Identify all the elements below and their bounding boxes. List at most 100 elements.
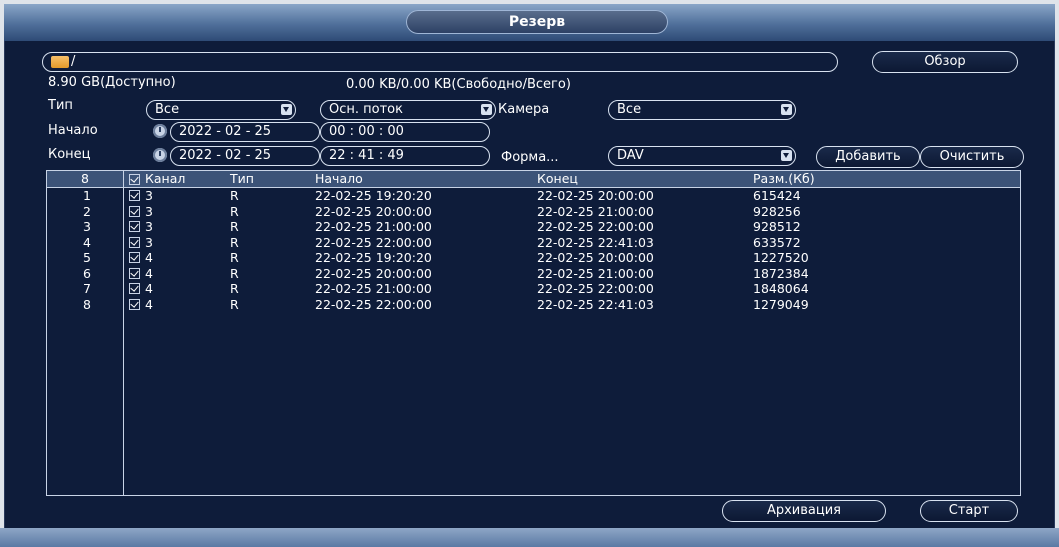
start-button[interactable]: Старт <box>920 500 1018 522</box>
row-size: 928256 <box>753 203 801 219</box>
row-type: R <box>230 281 239 296</box>
window-title: Резерв <box>406 10 668 34</box>
row-channel: 3 <box>145 234 153 250</box>
stream-value: Осн. поток <box>329 102 403 117</box>
row-end: 22-02-25 21:00:00 <box>537 265 654 281</box>
row-channel: 4 <box>145 265 153 281</box>
table-row[interactable]: 3 3 R 22-02-25 21:00:00 22-02-25 22:00:00 928… <box>47 219 1020 235</box>
row-number: 8 <box>83 296 91 312</box>
clock-icon <box>153 124 167 138</box>
row-end: 22-02-25 21:00:00 <box>537 203 654 219</box>
row-channel: 3 <box>145 188 153 203</box>
row-checkbox[interactable] <box>129 236 140 248</box>
path-field[interactable]: / <box>42 52 838 72</box>
row-number: 7 <box>83 281 91 296</box>
row-size: 1227520 <box>753 250 809 265</box>
header-start: Начало <box>315 171 363 186</box>
row-checkbox[interactable] <box>129 283 140 294</box>
row-checkbox[interactable] <box>129 205 140 217</box>
start-date-field[interactable]: 2022 - 02 - 25 <box>170 122 320 142</box>
row-number: 2 <box>83 203 91 219</box>
table-row[interactable]: 7 4 R 22-02-25 21:00:00 22-02-25 22:00:00 184… <box>47 281 1020 297</box>
end-date-value: 2022 - 02 - 25 <box>179 148 272 163</box>
file-table: 8 Канал Тип Начало Конец Разм.(Кб) 1 3 R 22… <box>46 170 1021 496</box>
path-value: / <box>71 54 76 69</box>
row-channel: 4 <box>145 281 153 296</box>
row-number: 3 <box>83 219 91 234</box>
end-time-value: 22 : 41 : 49 <box>329 148 404 163</box>
type-select[interactable]: Все <box>146 100 296 120</box>
format-select[interactable]: DAV <box>608 146 796 166</box>
table-row[interactable]: 5 4 R 22-02-25 19:20:20 22-02-25 20:00:00 122… <box>47 250 1020 266</box>
clear-button[interactable]: Очистить <box>920 146 1024 168</box>
browse-button[interactable]: Обзор <box>872 51 1018 73</box>
row-size: 615424 <box>753 188 801 203</box>
row-number: 5 <box>83 250 91 265</box>
row-start: 22-02-25 20:00:00 <box>315 265 432 281</box>
row-channel: 3 <box>145 203 153 219</box>
row-number: 4 <box>83 234 91 250</box>
select-all-checkbox[interactable] <box>129 174 140 185</box>
row-start: 22-02-25 20:00:00 <box>315 203 432 219</box>
row-checkbox[interactable] <box>129 252 140 263</box>
chevron-down-icon <box>481 104 492 115</box>
row-channel: 4 <box>145 296 153 312</box>
end-date-field[interactable]: 2022 - 02 - 25 <box>170 146 320 166</box>
row-type: R <box>230 250 239 265</box>
row-number: 1 <box>83 188 91 203</box>
row-size: 1848064 <box>753 281 809 296</box>
type-value: Все <box>155 102 180 117</box>
table-row[interactable]: 6 4 R 22-02-25 20:00:00 22-02-25 21:00:00 187… <box>47 266 1020 282</box>
row-size: 1279049 <box>753 296 809 312</box>
storage-free-total: 0.00 KB/0.00 KB(Свободно/Всего) <box>346 77 571 92</box>
row-size: 1872384 <box>753 265 809 281</box>
header-type: Тип <box>230 171 254 186</box>
row-checkbox[interactable] <box>129 221 140 232</box>
add-button[interactable]: Добавить <box>816 146 920 168</box>
table-row[interactable]: 4 3 R 22-02-25 22:00:00 22-02-25 22:41:03 633… <box>47 235 1020 251</box>
camera-label: Камера <box>498 102 550 117</box>
row-start: 22-02-25 19:20:20 <box>315 188 432 203</box>
header-size: Разм.(Кб) <box>753 171 815 186</box>
bottom-bar <box>0 528 1059 547</box>
start-label: Начало <box>48 123 98 138</box>
folder-icon <box>51 56 69 68</box>
row-channel: 3 <box>145 219 153 234</box>
stream-select[interactable]: Осн. поток <box>320 100 496 120</box>
row-size: 928512 <box>753 219 801 234</box>
row-checkbox[interactable] <box>129 190 140 201</box>
row-start: 22-02-25 21:00:00 <box>315 219 432 234</box>
table-header: 8 Канал Тип Начало Конец Разм.(Кб) <box>47 171 1020 188</box>
row-type: R <box>230 265 239 281</box>
start-time-value: 00 : 00 : 00 <box>329 124 404 139</box>
row-type: R <box>230 203 239 219</box>
table-row[interactable]: 8 4 R 22-02-25 22:00:00 22-02-25 22:41:03 127… <box>47 297 1020 313</box>
start-time-field[interactable]: 00 : 00 : 00 <box>320 122 490 142</box>
row-end: 22-02-25 22:41:03 <box>537 234 654 250</box>
camera-select[interactable]: Все <box>608 100 796 120</box>
row-checkbox[interactable] <box>129 298 140 310</box>
title-bar: Резерв <box>4 4 1055 41</box>
row-start: 22-02-25 21:00:00 <box>315 281 432 296</box>
table-row[interactable]: 1 3 R 22-02-25 19:20:20 22-02-25 20:00:00 615… <box>47 188 1020 204</box>
row-end: 22-02-25 20:00:00 <box>537 250 654 265</box>
type-label: Тип <box>48 98 73 113</box>
row-type: R <box>230 296 239 312</box>
archive-button[interactable]: Архивация <box>722 500 886 522</box>
row-type: R <box>230 219 239 234</box>
clock-icon <box>153 148 167 162</box>
chevron-down-icon <box>781 150 792 161</box>
row-start: 22-02-25 22:00:00 <box>315 296 432 312</box>
row-type: R <box>230 188 239 203</box>
chevron-down-icon <box>781 104 792 115</box>
row-start: 22-02-25 22:00:00 <box>315 234 432 250</box>
start-date-value: 2022 - 02 - 25 <box>179 124 272 139</box>
row-type: R <box>230 234 239 250</box>
table-row[interactable]: 2 3 R 22-02-25 20:00:00 22-02-25 21:00:00 928… <box>47 204 1020 220</box>
row-size: 633572 <box>753 234 801 250</box>
row-checkbox[interactable] <box>129 267 140 279</box>
format-label: Форма... <box>501 150 559 165</box>
end-time-field[interactable]: 22 : 41 : 49 <box>320 146 490 166</box>
row-end: 22-02-25 22:41:03 <box>537 296 654 312</box>
header-channel: Канал <box>145 171 186 186</box>
